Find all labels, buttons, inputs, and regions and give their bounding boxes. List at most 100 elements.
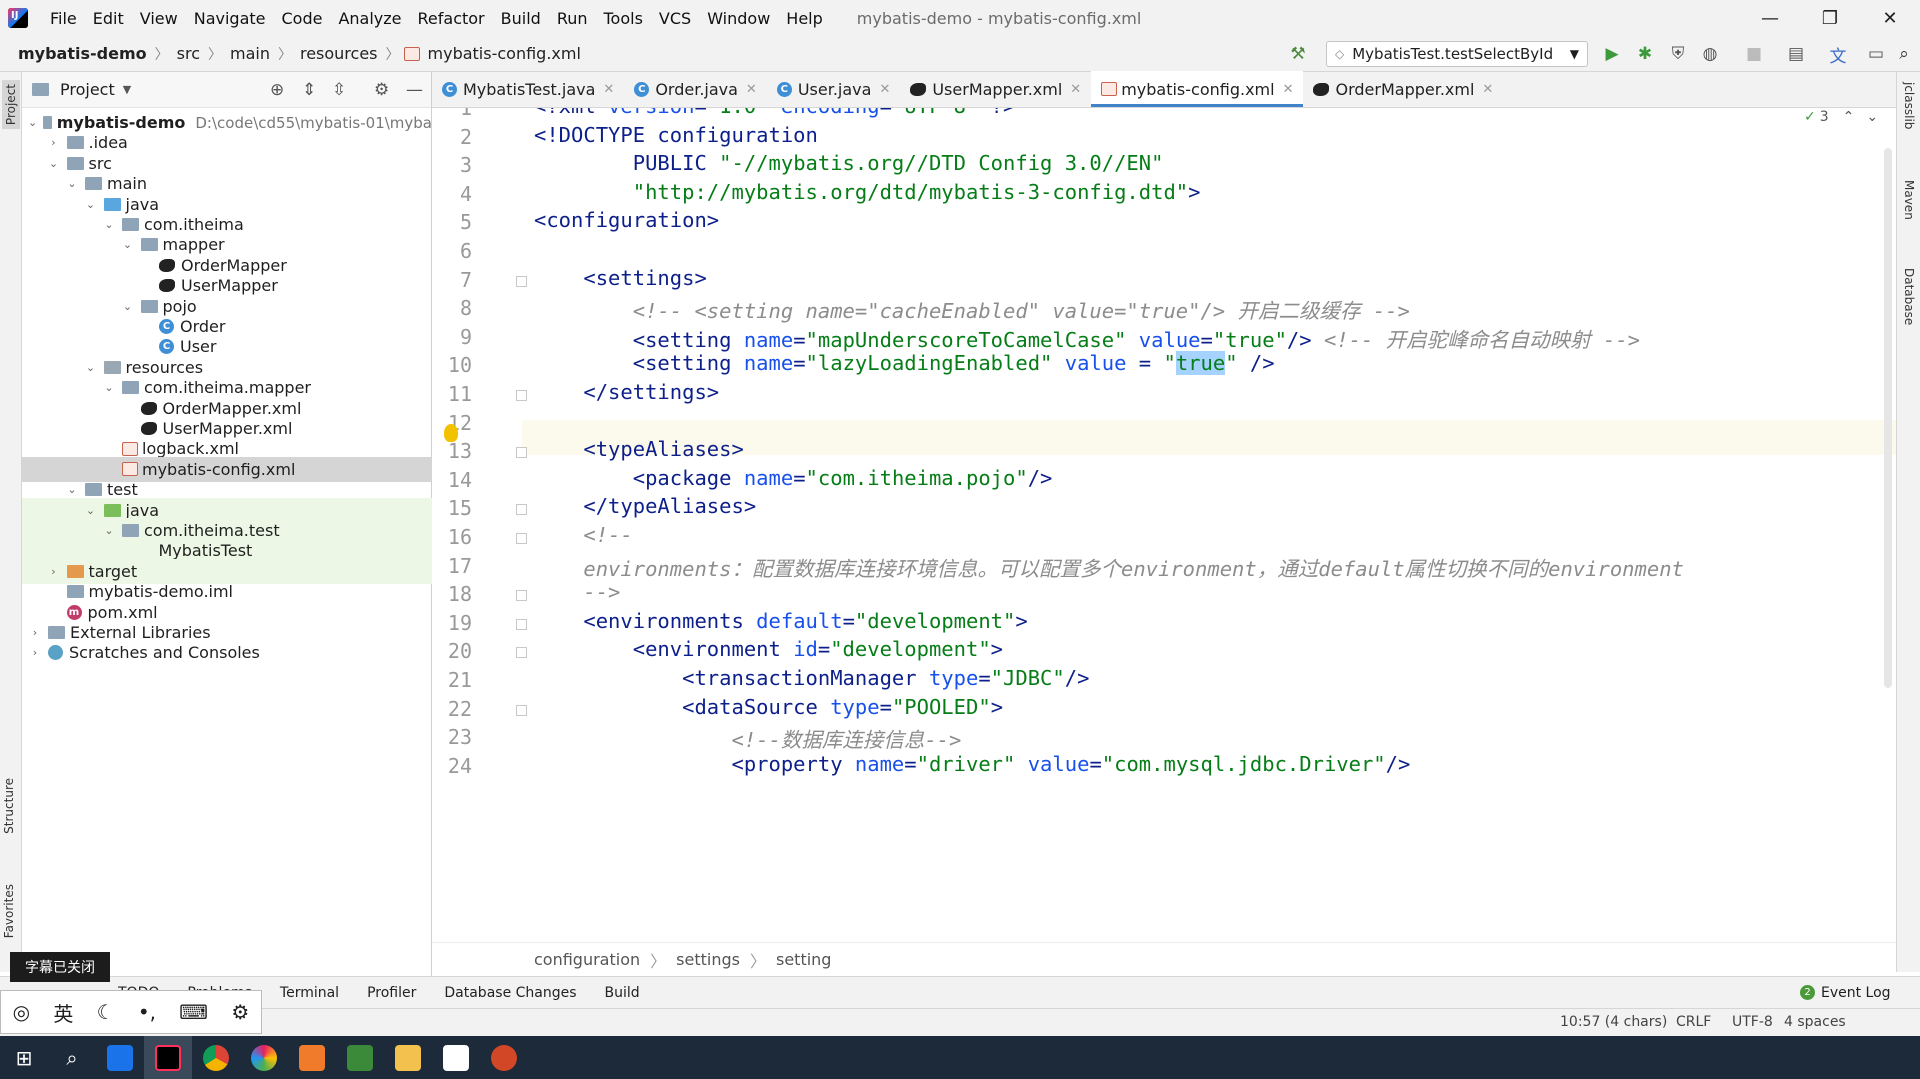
- chevron-down-icon[interactable]: ⌄: [47, 157, 61, 170]
- coverage-icon[interactable]: ⛨: [1668, 44, 1688, 64]
- editor-tab[interactable]: UserMapper.xml ✕: [900, 71, 1091, 107]
- menu-item-refactor[interactable]: Refactor: [410, 9, 493, 28]
- chevron-right-icon[interactable]: ›: [47, 136, 61, 149]
- project-structure-icon[interactable]: ▤: [1786, 44, 1806, 64]
- hide-panel-icon[interactable]: —: [406, 80, 423, 100]
- line-separator[interactable]: CRLF: [1676, 1014, 1711, 1030]
- database-changes-tool-tab[interactable]: Database Changes: [444, 985, 576, 1001]
- menu-item-vcs[interactable]: VCS: [651, 9, 699, 28]
- windows-start-icon[interactable]: ⊞: [0, 1036, 48, 1079]
- editor-tab[interactable]: mybatis-config.xml ✕: [1091, 71, 1304, 107]
- powerpoint-icon[interactable]: [480, 1036, 528, 1079]
- breadcrumb-configuration[interactable]: configuration: [534, 950, 640, 969]
- fold-marker-icon[interactable]: [516, 704, 527, 716]
- chevron-down-icon[interactable]: ▼: [123, 83, 131, 96]
- favorites-tool-tab[interactable]: Favorites: [2, 884, 16, 938]
- chrome-icon[interactable]: [192, 1036, 240, 1079]
- typora-icon[interactable]: [432, 1036, 480, 1079]
- close-icon[interactable]: ✕: [746, 82, 757, 97]
- editor-tab[interactable]: C MybatisTest.java ✕: [432, 71, 624, 107]
- gear-icon[interactable]: ⚙: [374, 80, 389, 100]
- jclasslib-tool-tab[interactable]: jclasslib: [1902, 82, 1916, 129]
- chevron-down-icon[interactable]: ⌄: [84, 361, 98, 374]
- chevron-right-icon[interactable]: ›: [28, 626, 42, 639]
- locate-icon[interactable]: ⊕: [270, 80, 284, 100]
- fold-marker-icon[interactable]: [516, 618, 527, 630]
- chevron-down-icon[interactable]: ⌄: [65, 483, 79, 496]
- fold-marker-icon[interactable]: [516, 533, 527, 544]
- build-hammer-icon[interactable]: ⚒: [1288, 44, 1308, 64]
- chevron-right-icon[interactable]: ›: [28, 646, 42, 659]
- maximize-icon[interactable]: ❐: [1800, 0, 1860, 36]
- editor-tab[interactable]: OrderMapper.xml ✕: [1303, 71, 1503, 107]
- fold-marker-icon[interactable]: [516, 647, 527, 659]
- run-icon[interactable]: ▶: [1602, 44, 1622, 64]
- menu-item-view[interactable]: View: [132, 9, 186, 28]
- profiler-tool-tab[interactable]: Profiler: [367, 985, 416, 1001]
- menu-item-build[interactable]: Build: [493, 9, 549, 28]
- menu-item-code[interactable]: Code: [274, 9, 331, 28]
- ime-logo-icon[interactable]: ◎: [13, 1000, 30, 1024]
- lightbulb-icon[interactable]: [444, 424, 458, 442]
- maven-tool-tab[interactable]: Maven: [1902, 180, 1916, 220]
- tree-item[interactable]: › Scratches and Consoles: [22, 640, 432, 665]
- minimize-icon[interactable]: —: [1740, 0, 1800, 36]
- breadcrumb-project[interactable]: mybatis-demo: [14, 44, 151, 63]
- pdf-app-icon[interactable]: [288, 1036, 336, 1079]
- chevron-down-icon[interactable]: ⌄: [121, 238, 135, 251]
- browser-icon[interactable]: [240, 1036, 288, 1079]
- inspection-widget[interactable]: ✓ 3 ⌃ ⌄: [1804, 108, 1878, 132]
- editor-scrollbar[interactable]: [1884, 148, 1892, 688]
- chevron-right-icon[interactable]: ›: [47, 565, 61, 578]
- close-icon[interactable]: ✕: [603, 82, 614, 97]
- close-icon[interactable]: ✕: [1283, 82, 1294, 97]
- chevron-down-icon[interactable]: ⌄: [65, 177, 79, 190]
- editor-tab[interactable]: C User.java ✕: [767, 71, 901, 107]
- caret-position[interactable]: 10:57 (4 chars): [1560, 1014, 1667, 1030]
- expand-all-icon[interactable]: ⇕: [302, 80, 316, 100]
- chevron-down-icon[interactable]: ⌄: [102, 524, 116, 537]
- chevron-down-icon[interactable]: ⌄: [28, 116, 37, 129]
- gear-icon[interactable]: ⚙: [231, 1000, 249, 1024]
- menu-item-analyze[interactable]: Analyze: [330, 9, 409, 28]
- stop-icon[interactable]: ■: [1744, 44, 1764, 64]
- breadcrumb-file[interactable]: mybatis-config.xml: [424, 44, 585, 63]
- structure-tool-tab[interactable]: Structure: [2, 778, 16, 834]
- moon-icon[interactable]: ☾: [97, 1000, 115, 1024]
- breadcrumb-src[interactable]: src: [173, 44, 204, 63]
- debug-icon[interactable]: ✱: [1635, 44, 1655, 64]
- fold-marker-icon[interactable]: [516, 390, 527, 401]
- menu-item-help[interactable]: Help: [778, 9, 830, 28]
- menu-item-window[interactable]: Window: [699, 9, 778, 28]
- event-log-button[interactable]: 2 Event Log: [1800, 985, 1891, 1001]
- window-icon[interactable]: ▭: [1866, 44, 1886, 64]
- keyboard-icon[interactable]: ⌨: [179, 1000, 208, 1024]
- project-tool-tab[interactable]: Project: [2, 80, 20, 130]
- breadcrumb-settings[interactable]: settings: [676, 950, 740, 969]
- breadcrumb-resources[interactable]: resources: [296, 44, 382, 63]
- menu-item-navigate[interactable]: Navigate: [186, 9, 274, 28]
- profiler-icon[interactable]: ◍: [1700, 44, 1720, 64]
- intellij-taskbar-icon[interactable]: [144, 1036, 192, 1079]
- close-icon[interactable]: ✕: [1482, 82, 1493, 97]
- excel-app-icon[interactable]: [336, 1036, 384, 1079]
- close-icon[interactable]: ✕: [1070, 82, 1081, 97]
- build-tool-tab[interactable]: Build: [605, 985, 640, 1001]
- menu-item-run[interactable]: Run: [549, 9, 596, 28]
- code-editor[interactable]: 1 2 3 4 5 6 7 8 9 10 11 12 13 14 15 16 17 18 19 20 21 22 23 24 …: [432, 108, 1896, 942]
- menu-item-file[interactable]: File: [42, 9, 85, 28]
- fold-marker-icon[interactable]: [516, 590, 527, 602]
- punctuation-icon[interactable]: •,: [138, 1000, 156, 1024]
- search-icon[interactable]: ⌕: [48, 1036, 96, 1079]
- close-icon[interactable]: ✕: [1860, 0, 1920, 36]
- chevron-down-icon[interactable]: ⌄: [1866, 109, 1878, 125]
- run-configuration-select[interactable]: ◇ MybatisTest.testSelectById ▼: [1326, 41, 1588, 67]
- search-icon[interactable]: ⌕: [1894, 44, 1914, 64]
- fold-marker-icon[interactable]: [516, 275, 527, 287]
- app-icon-1[interactable]: [96, 1036, 144, 1079]
- translate-icon[interactable]: 文: [1828, 44, 1848, 67]
- fold-marker-icon[interactable]: [516, 504, 527, 516]
- terminal-tool-tab[interactable]: Terminal: [280, 985, 339, 1001]
- chevron-down-icon[interactable]: ⌄: [121, 300, 135, 313]
- chevron-down-icon[interactable]: ⌄: [84, 198, 98, 211]
